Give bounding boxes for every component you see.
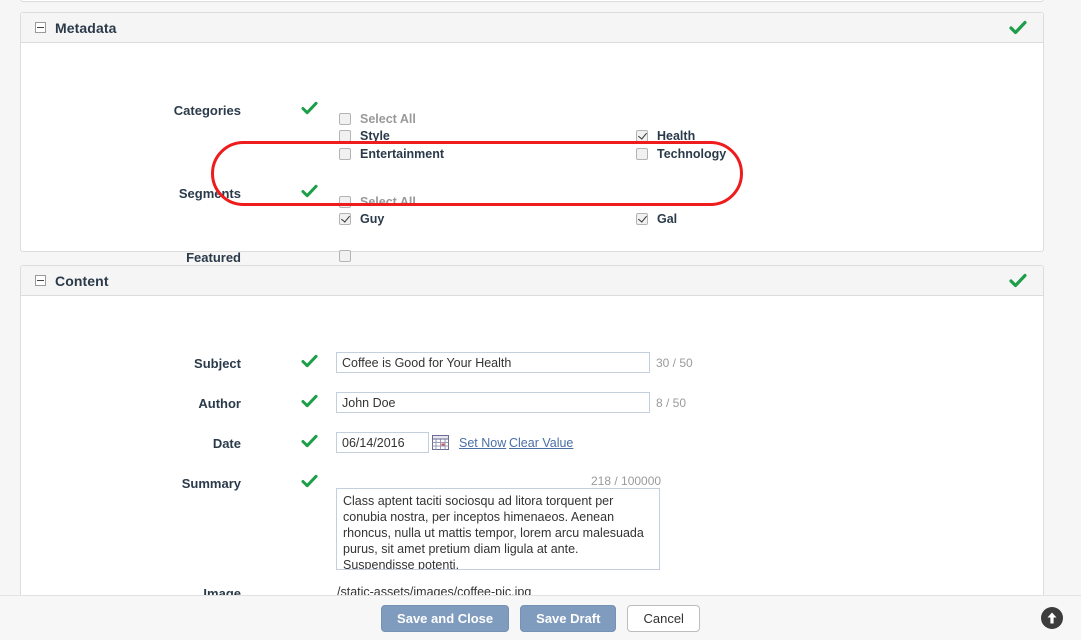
content-panel-title: Content xyxy=(55,272,109,289)
summary-counter: 218 / 100000 xyxy=(591,474,662,488)
checkbox-icon[interactable] xyxy=(339,130,351,142)
checkbox-icon[interactable] xyxy=(339,113,351,125)
image-label: Image xyxy=(203,586,241,595)
checkbox-icon[interactable] xyxy=(339,213,351,225)
categories-label: Categories xyxy=(173,103,241,118)
categories-option-health[interactable]: Health xyxy=(636,129,695,143)
arrow-up-circle-icon xyxy=(1047,612,1057,624)
form-action-bar: Save and Close Save Draft Cancel xyxy=(0,595,1081,640)
segments-option-select-all[interactable]: Select All xyxy=(339,195,416,209)
featured-label: Featured xyxy=(186,250,241,265)
green-check-icon xyxy=(1009,20,1027,36)
previous-panel-sliver xyxy=(20,0,1044,2)
segments-option-guy[interactable]: Guy xyxy=(339,212,384,226)
save-and-close-button[interactable]: Save and Close xyxy=(381,605,510,632)
checkbox-icon[interactable] xyxy=(636,148,648,160)
collapse-minus-icon[interactable] xyxy=(35,275,46,286)
date-input[interactable] xyxy=(336,432,429,453)
checkbox-icon[interactable] xyxy=(339,196,351,208)
checkbox-label: Entertainment xyxy=(360,147,445,161)
checkbox-icon[interactable] xyxy=(339,148,351,160)
author-input[interactable] xyxy=(336,392,650,413)
image-path-text: /static-assets/images/coffee-pic.jpg xyxy=(337,585,532,595)
cancel-button[interactable]: Cancel xyxy=(627,605,700,632)
checkbox-label: Select All xyxy=(360,195,416,209)
subject-label: Subject xyxy=(194,356,241,371)
date-label: Date xyxy=(212,436,241,451)
checkbox-label: Gal xyxy=(657,212,678,226)
calendar-icon[interactable] xyxy=(432,435,449,450)
categories-valid-icon xyxy=(301,101,318,115)
subject-input[interactable] xyxy=(336,352,650,373)
set-now-link[interactable]: Set Now xyxy=(459,436,506,450)
checkbox-label: Health xyxy=(657,129,696,143)
subject-counter: 30 / 50 xyxy=(656,356,693,370)
categories-option-select-all[interactable]: Select All xyxy=(339,112,416,126)
checkbox-label: Guy xyxy=(360,212,385,226)
categories-option-entertainment[interactable]: Entertainment xyxy=(339,147,444,161)
checkbox-label: Technology xyxy=(657,147,727,161)
author-label: Author xyxy=(198,396,241,411)
metadata-panel-header[interactable]: Metadata xyxy=(21,13,1043,43)
content-panel-body: Subject 30 / 50 Author 8 / 50 Date xyxy=(21,296,1043,595)
segments-option-gal[interactable]: Gal xyxy=(636,212,677,226)
metadata-panel-title: Metadata xyxy=(55,19,117,36)
collapse-minus-icon[interactable] xyxy=(35,22,46,33)
content-panel: Content Subject 30 / 50 Author xyxy=(20,265,1044,595)
summary-label: Summary xyxy=(181,476,241,491)
summary-textarea[interactable] xyxy=(336,488,660,570)
subject-valid-icon xyxy=(301,354,318,368)
save-draft-button[interactable]: Save Draft xyxy=(520,605,617,632)
content-panel-header[interactable]: Content xyxy=(21,266,1043,296)
checkbox-label: Select All xyxy=(360,112,416,126)
checkbox-icon[interactable] xyxy=(636,130,648,142)
checkbox-icon[interactable] xyxy=(339,250,351,262)
metadata-panel-body: Categories Select All Style Health Enter… xyxy=(21,43,1043,265)
segments-valid-icon xyxy=(301,184,318,198)
checkbox-icon[interactable] xyxy=(636,213,648,225)
segments-label: Segments xyxy=(178,186,241,201)
author-counter: 8 / 50 xyxy=(656,396,687,410)
categories-option-technology[interactable]: Technology xyxy=(636,147,726,161)
categories-option-style[interactable]: Style xyxy=(339,129,390,143)
form-action-buttons: Save and Close Save Draft Cancel xyxy=(0,605,1081,632)
summary-valid-icon xyxy=(301,474,318,488)
clear-value-link[interactable]: Clear Value xyxy=(509,436,573,450)
page-root: Metadata Categories Select All Style Hea… xyxy=(0,0,1081,640)
date-valid-icon xyxy=(301,434,318,448)
checkbox-label: Style xyxy=(360,129,390,143)
green-check-icon xyxy=(1009,273,1027,289)
scroll-to-top-button[interactable] xyxy=(1041,607,1063,629)
panel-scroll-region: Metadata Categories Select All Style Hea… xyxy=(0,0,1081,595)
author-valid-icon xyxy=(301,394,318,408)
metadata-panel: Metadata Categories Select All Style Hea… xyxy=(20,12,1044,265)
featured-checkbox[interactable] xyxy=(339,250,360,262)
